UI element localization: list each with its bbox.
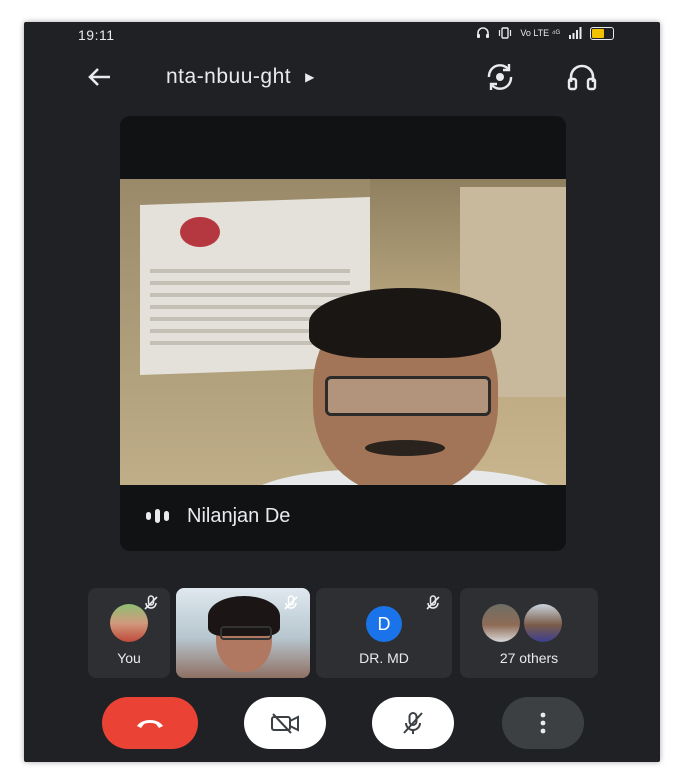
speaker-video bbox=[120, 179, 566, 485]
participant-strip: You D DR. MD 27 others bbox=[88, 588, 608, 678]
mic-off-icon bbox=[426, 595, 440, 610]
network-label: Vo LTE ⁴ᴳ bbox=[520, 28, 560, 38]
call-controls bbox=[24, 697, 660, 757]
headset-icon bbox=[477, 27, 490, 38]
caret-right-icon: ▶ bbox=[305, 70, 315, 84]
speaker-mustache bbox=[365, 440, 445, 456]
audio-output-button[interactable] bbox=[564, 60, 600, 94]
participant-tile-video[interactable] bbox=[176, 588, 310, 678]
camera-toggle-button[interactable] bbox=[244, 697, 326, 749]
avatar bbox=[524, 604, 562, 642]
participant-tile-you[interactable]: You bbox=[88, 588, 170, 678]
participant-tile-others[interactable]: 27 others bbox=[460, 588, 598, 678]
switch-camera-button[interactable] bbox=[482, 60, 518, 94]
arrow-left-icon bbox=[88, 68, 110, 86]
status-bar: 19:11 Vo LTE ⁴ᴳ bbox=[24, 22, 660, 48]
avatar bbox=[482, 604, 520, 642]
phone-hangup-icon bbox=[137, 720, 163, 728]
poster-graphic bbox=[180, 217, 220, 247]
meeting-code: nta-nbuu-ght bbox=[166, 65, 292, 88]
battery-icon bbox=[590, 26, 614, 40]
mic-off-icon bbox=[403, 712, 423, 734]
back-button[interactable] bbox=[82, 60, 116, 94]
switch-camera-icon bbox=[487, 64, 513, 90]
mic-toggle-button[interactable] bbox=[372, 697, 454, 749]
main-speaker-tile[interactable]: Nilanjan De bbox=[120, 116, 566, 551]
call-header: nta-nbuu-ght ▶ bbox=[24, 58, 660, 98]
mic-off-icon bbox=[144, 595, 158, 610]
vibrate-icon bbox=[499, 27, 512, 39]
participant-label: You bbox=[117, 650, 141, 666]
signal-icon bbox=[569, 27, 582, 39]
speaker-hair bbox=[309, 288, 501, 358]
headphones-icon bbox=[567, 64, 597, 91]
status-icons: Vo LTE ⁴ᴳ bbox=[476, 26, 614, 40]
clock: 19:11 bbox=[78, 27, 115, 43]
speaker-name: Nilanjan De bbox=[187, 504, 291, 527]
more-options-button[interactable] bbox=[502, 697, 584, 749]
more-vertical-icon bbox=[540, 712, 546, 734]
meeting-info-button[interactable]: nta-nbuu-ght ▶ bbox=[166, 65, 315, 89]
speaker-figure bbox=[245, 288, 565, 485]
participant-label: 27 others bbox=[499, 650, 559, 666]
participant-tile-dr-md[interactable]: D DR. MD bbox=[316, 588, 452, 678]
meet-call-screen: 19:11 Vo LTE ⁴ᴳ nta-nbuu-ght ▶ Nilanjan … bbox=[24, 22, 660, 762]
video-off-icon bbox=[271, 713, 299, 734]
participant-label: DR. MD bbox=[359, 650, 409, 666]
speaker-name-row: Nilanjan De bbox=[120, 501, 566, 531]
speaker-glasses bbox=[325, 376, 491, 416]
mic-off-icon bbox=[284, 595, 298, 610]
audio-bars-icon bbox=[146, 509, 169, 523]
avatar: D bbox=[366, 606, 402, 642]
end-call-button[interactable] bbox=[102, 697, 198, 749]
participant-glasses bbox=[220, 626, 272, 640]
